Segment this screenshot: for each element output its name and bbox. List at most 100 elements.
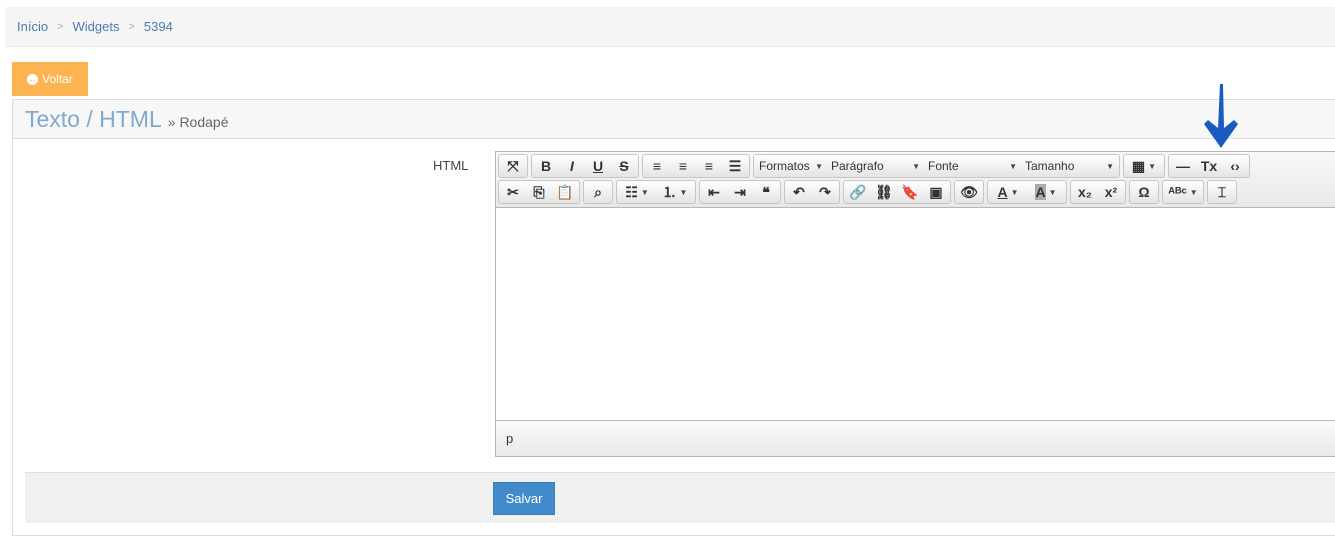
dropdown-formatos[interactable]: Formatos ▼ — [755, 155, 827, 177]
source-code-button[interactable]: ‹› — [1222, 155, 1248, 177]
find-button[interactable]: ⌕ — [585, 181, 611, 203]
text-color-icon: A — [997, 184, 1008, 200]
undo-icon: ↶ — [793, 183, 805, 200]
copy-icon: ⎘ — [533, 183, 545, 200]
cut-button[interactable]: ✂ — [500, 181, 526, 203]
dropdown-fonte[interactable]: Fonte ▼ — [924, 155, 1021, 177]
toolbar-group: B I US — [531, 154, 639, 178]
background-color-icon: A — [1035, 184, 1046, 200]
back-button[interactable]: ← Voltar — [12, 62, 88, 96]
toolbar-group: A ▼ A ▼ — [987, 180, 1067, 204]
background-color-button[interactable]: A ▼ — [1027, 181, 1065, 203]
underline-icon: U — [592, 158, 604, 174]
html-field-label: HTML — [433, 158, 469, 173]
page-break-button[interactable]: ⌶ — [1209, 181, 1235, 203]
editor-content-area[interactable] — [496, 208, 1335, 420]
page-title: Texto / HTML — [25, 106, 162, 132]
undo-button[interactable]: ↶ — [786, 181, 812, 203]
table-button[interactable]: ▦ ▼ — [1125, 155, 1163, 177]
unlink-button[interactable]: ⛓ — [871, 181, 897, 203]
caret-down-icon: ▼ — [1148, 161, 1157, 171]
caret-down-icon: ▼ — [1010, 187, 1019, 197]
toolbar-group: ▦ ▼ — [1123, 154, 1165, 178]
dropdown-label: Formatos — [759, 159, 810, 173]
superscript-button[interactable]: x² — [1098, 181, 1124, 203]
caret-down-icon: ▼ — [815, 161, 823, 171]
page-subtitle: » Rodapé — [167, 114, 229, 130]
align-left-icon: ≡ — [652, 158, 662, 174]
link-button[interactable]: 🔗 — [845, 181, 871, 203]
breadcrumb-inicio[interactable]: Início — [17, 19, 48, 34]
cut-icon: ✂ — [507, 183, 519, 200]
subscript-icon: x₂ — [1077, 184, 1092, 200]
back-label: Voltar — [42, 72, 73, 86]
underline-button[interactable]: U — [585, 155, 611, 177]
dropdown-parágrafo[interactable]: Parágrafo ▼ — [827, 155, 924, 177]
text-color-button[interactable]: A ▼ — [989, 181, 1027, 203]
breadcrumb-widgets[interactable]: Widgets — [73, 19, 120, 34]
chevron-right-icon: > — [128, 20, 135, 33]
find-icon: ⌕ — [594, 183, 602, 200]
subscript-button[interactable]: x₂ — [1072, 181, 1098, 203]
source-code-icon: ‹› — [1230, 158, 1240, 174]
align-left-button[interactable]: ≡ — [644, 155, 670, 177]
remove-format-button[interactable]: Tx — [1196, 155, 1222, 177]
chevron-right-icon: > — [57, 20, 64, 33]
image-button[interactable]: ▣ — [923, 181, 949, 203]
caret-down-icon: ▼ — [1009, 161, 1017, 171]
image-icon: ▣ — [929, 183, 943, 200]
toolbar-group: ᴬᴮᶜ ▼ — [1162, 180, 1204, 204]
bold-button[interactable]: B — [533, 155, 559, 177]
align-right-button[interactable]: ≡ — [696, 155, 722, 177]
toolbar-group: ⇤ ⇥ ❝ — [699, 180, 781, 204]
maximize-icon: ⤧ — [507, 157, 519, 174]
align-center-button[interactable]: ≡ — [670, 155, 696, 177]
align-justify-button[interactable]: ☰ — [722, 155, 748, 177]
toolbar-group: Ω — [1129, 180, 1159, 204]
outdent-icon: ⇤ — [708, 183, 720, 200]
italic-button[interactable]: I — [559, 155, 585, 177]
panel-header: Texto / HTML » Rodapé — [13, 100, 1335, 139]
toolbar-group: x₂ x² — [1070, 180, 1126, 204]
breadcrumb-current[interactable]: 5394 — [144, 19, 173, 34]
italic-icon: I — [570, 158, 574, 174]
paste-button[interactable]: 📋 — [552, 181, 578, 203]
bullet-list-button[interactable]: ☷ ▼ — [618, 181, 656, 203]
copy-button[interactable]: ⎘ — [526, 181, 552, 203]
horizontal-rule-icon: — — [1176, 158, 1190, 174]
caret-down-icon: ▼ — [912, 161, 920, 171]
preview-button[interactable]: 👁 — [956, 181, 982, 203]
special-character-button[interactable]: Ω — [1131, 181, 1157, 203]
arrow-shape — [1204, 84, 1238, 148]
paste-icon: 📋 — [556, 183, 574, 200]
element-path[interactable]: p — [506, 431, 513, 446]
indent-button[interactable]: ⇥ — [727, 181, 753, 203]
special-character-icon: Ω — [1138, 184, 1150, 200]
strikethrough-button[interactable]: S — [611, 155, 637, 177]
toolbar-row-2: ✂ ⎘ 📋 ⌕ ☷ ▼ ⒈ ▼ ⇤ ⇥ ❝ ↶ ↷ 🔗 ⛓ 🔖 ▣ 👁 A ▼ A ▼ x₂ x² Ωᴬᴮᶜ ▼ ⌶ — [498, 180, 1335, 205]
strikethrough-icon: S — [619, 158, 629, 174]
toolbar-group: ⌕ — [583, 180, 613, 204]
toolbar-group: 🔗 ⛓ 🔖 ▣ — [843, 180, 951, 204]
caret-down-icon: ▼ — [1189, 187, 1198, 197]
outdent-button[interactable]: ⇤ — [701, 181, 727, 203]
spellcheck-button[interactable]: ᴬᴮᶜ ▼ — [1164, 181, 1202, 203]
bullet-list-icon: ☷ — [625, 183, 638, 200]
maximize-button[interactable]: ⤧ — [500, 155, 526, 177]
toolbar-row-1: ⤧ B I U S ≡ ≡ ≡ ☰ Formatos ▼ Parágrafo ▼ Fonte ▼ Tamanh… — [498, 154, 1335, 179]
save-button[interactable]: Salvar — [493, 482, 555, 515]
superscript-icon: x² — [1104, 184, 1118, 200]
numbered-list-button[interactable]: ⒈ ▼ — [656, 181, 694, 203]
redo-button[interactable]: ↷ — [812, 181, 838, 203]
breadcrumb: Início > Widgets > 5394 — [5, 7, 1335, 47]
dropdown-tamanho[interactable]: Tamanho ▼ — [1021, 155, 1118, 177]
toolbar-group: Formatos ▼ Parágrafo ▼ Fonte ▼ Tamanho ▼ — [753, 154, 1120, 178]
horizontal-rule-button[interactable]: — — [1170, 155, 1196, 177]
page-break-icon: ⌶ — [1217, 183, 1227, 200]
remove-format-icon: Tx — [1200, 158, 1218, 174]
link-icon: 🔗 — [849, 183, 867, 200]
anchor-button[interactable]: 🔖 — [897, 181, 923, 203]
blockquote-button[interactable]: ❝ — [753, 181, 779, 203]
unlink-icon: ⛓ — [875, 183, 893, 200]
caret-down-icon: ▼ — [1106, 161, 1114, 171]
